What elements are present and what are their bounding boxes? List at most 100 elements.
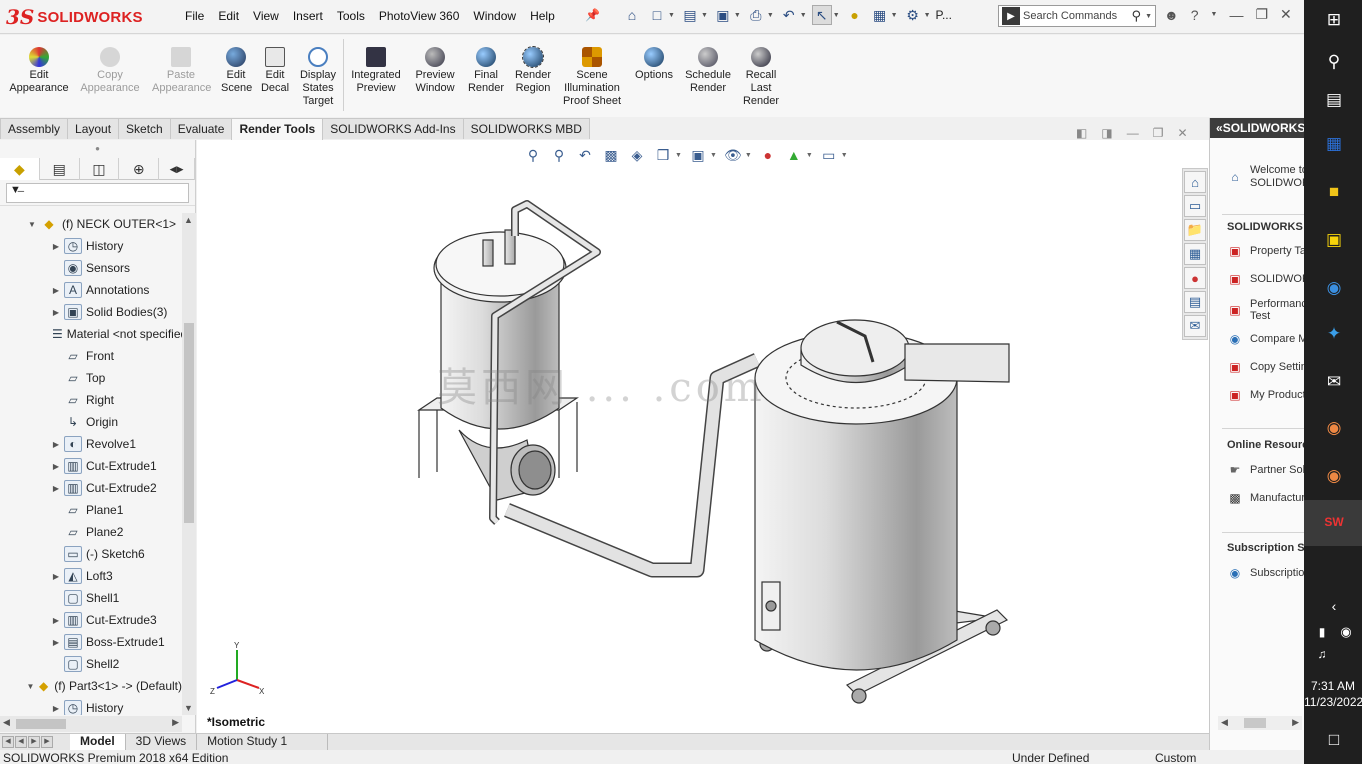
tile-left-icon[interactable]: ◧ xyxy=(1076,126,1087,140)
windows-start-icon[interactable]: ⊞ xyxy=(1322,8,1346,32)
scrollbar-thumb[interactable] xyxy=(184,323,194,523)
tab-solidworks-add-ins[interactable]: SOLIDWORKS Add-Ins xyxy=(322,118,464,139)
expand-arrow-icon[interactable]: ▶ xyxy=(50,440,62,449)
panel-grip-icon[interactable]: ● xyxy=(0,140,195,158)
featuremanager-tab-icon[interactable]: ◆ xyxy=(0,158,40,180)
search-mode-icon[interactable]: ▶ xyxy=(1002,7,1020,25)
file-explorer-icon[interactable]: 📁 xyxy=(1184,219,1206,241)
clock[interactable]: 7:31 AM 11/23/2022 xyxy=(1304,678,1362,710)
tab-assembly[interactable]: Assembly xyxy=(0,118,69,139)
tree-item[interactable]: ▶ ▥ Cut-Extrude2 xyxy=(0,477,182,499)
chevron-down-icon[interactable]: ▼ xyxy=(1145,13,1152,20)
chrome-icon[interactable]: ◉ xyxy=(1322,464,1346,488)
volume-icon[interactable]: ♫ xyxy=(1310,642,1334,666)
menu-help[interactable]: Help xyxy=(523,9,562,23)
tree-item[interactable]: ▼ ◆ (f) NECK OUTER<1> xyxy=(0,213,182,235)
tree-item[interactable]: ▱ Right xyxy=(0,389,182,411)
task-view-icon[interactable]: ▤ xyxy=(1322,88,1346,112)
expand-arrow-icon[interactable]: ▶ xyxy=(50,572,62,581)
mail-icon[interactable]: ✉ xyxy=(1322,370,1346,394)
chevron-down-icon[interactable]: ▼ xyxy=(833,12,840,19)
tab-render-tools[interactable]: Render Tools xyxy=(231,118,324,140)
tab-model[interactable]: Model xyxy=(70,734,126,750)
restore-icon[interactable]: ❐ xyxy=(1255,6,1268,23)
menu-view[interactable]: View xyxy=(246,9,286,23)
scrollbar-thumb[interactable] xyxy=(16,719,66,729)
expand-arrow-icon[interactable]: ▶ xyxy=(50,286,62,295)
search-icon[interactable]: ⚲ xyxy=(1322,50,1346,74)
collapse-arrow-icon[interactable]: ▼ xyxy=(26,682,35,691)
view-palette-icon[interactable]: ▦ xyxy=(1184,243,1206,265)
tool-link[interactable]: ▣ Property Tab Builder xyxy=(1226,242,1305,260)
chevron-down-icon[interactable]: ▼ xyxy=(1211,11,1218,18)
undo-icon[interactable]: ↶ xyxy=(779,5,799,25)
tool-link[interactable]: ▣ My Products xyxy=(1226,386,1305,404)
menu-file[interactable]: File xyxy=(178,9,211,23)
graphics-area[interactable]: ⚲ ⚲ ↶ ▩ ◈ ❒ ▼ ▣ ▼ 👁 ▼ ● ▲ ▼ ▭ ▼ 莫西网 ... … xyxy=(197,140,1209,733)
menu-tools[interactable]: Tools xyxy=(330,9,372,23)
select-pointer-icon[interactable]: ↖ xyxy=(811,5,832,25)
copy-appearance-button[interactable]: Copy Appearance xyxy=(80,47,140,95)
pin-icon[interactable]: 📌 xyxy=(585,8,600,22)
tree-item[interactable]: ▶ ◭ Loft3 xyxy=(0,565,182,587)
solidworks-app-icon[interactable]: SW xyxy=(1322,510,1346,534)
tree-item[interactable]: ▶ ▥ Cut-Extrude1 xyxy=(0,455,182,477)
chevron-down-icon[interactable]: ▼ xyxy=(767,12,774,19)
scene-illumination-proof-sheet-button[interactable]: Scene Illumination Proof Sheet xyxy=(559,47,625,108)
print-icon[interactable]: ⎙ xyxy=(746,5,766,25)
chevron-down-icon[interactable]: ▼ xyxy=(891,12,898,19)
tool-link[interactable]: ▣ Copy Settings Wizard xyxy=(1226,358,1305,376)
scroll-right-icon[interactable]: ▶ xyxy=(172,717,179,728)
expand-arrow-icon[interactable]: ▶ xyxy=(50,242,62,251)
chevron-down-icon[interactable]: ▼ xyxy=(668,12,675,19)
online-link[interactable]: ▩ Manufacturing Network xyxy=(1226,489,1305,507)
collapse-pane-icon[interactable]: « xyxy=(1216,121,1223,135)
render-options-button[interactable]: Options xyxy=(632,47,676,82)
tree-horizontal-scrollbar[interactable]: ◀ ▶ xyxy=(0,716,182,732)
subscription-link[interactable]: ◉ Subscription Services xyxy=(1226,564,1305,582)
menu-edit[interactable]: Edit xyxy=(211,9,246,23)
chevron-down-icon[interactable]: ▼ xyxy=(800,12,807,19)
home-icon[interactable]: ⌂ xyxy=(622,5,642,25)
tree-item[interactable]: ▼ ◆ (f) Part3<1> -> (Default) xyxy=(0,675,182,697)
tree-item[interactable]: ▶ ◷ History xyxy=(0,235,182,257)
tab-solidworks-mbd[interactable]: SOLIDWORKS MBD xyxy=(462,118,590,139)
scroll-left-icon[interactable]: ◀ xyxy=(1221,717,1228,728)
file-properties-icon[interactable]: ▦ xyxy=(870,5,890,25)
tree-item[interactable]: ↳ Origin xyxy=(0,411,182,433)
chevron-down-icon[interactable]: ▼ xyxy=(734,12,741,19)
notifications-icon[interactable]: □ xyxy=(1322,728,1346,752)
document-close-icon[interactable]: ✕ xyxy=(1177,126,1187,140)
tab-motion-study-1[interactable]: Motion Study 1 xyxy=(197,734,329,750)
chevron-left-icon[interactable]: ‹ xyxy=(1322,594,1346,618)
tree-vertical-scrollbar[interactable]: ▲ ▼ xyxy=(182,213,196,715)
file-explorer-icon[interactable]: ■ xyxy=(1322,180,1346,204)
tab-scroll-arrows-icon[interactable]: ◀▶ xyxy=(159,158,195,180)
collapse-arrow-icon[interactable]: ▼ xyxy=(26,220,38,229)
scroll-left-icon[interactable]: ◀ xyxy=(3,717,10,728)
chrome-icon[interactable]: ◉ xyxy=(1322,416,1346,440)
new-document-icon[interactable]: □ xyxy=(647,5,667,25)
tool-link[interactable]: ◉ Compare My Score xyxy=(1226,330,1305,348)
chevron-down-icon[interactable]: ▼ xyxy=(924,12,931,19)
tree-item[interactable]: ▶ ▥ Cut-Extrude3 xyxy=(0,609,182,631)
preview-window-button[interactable]: Preview Window xyxy=(412,47,458,95)
options-gear-icon[interactable]: ⚙ xyxy=(903,5,923,25)
propertymanager-tab-icon[interactable]: ▤ xyxy=(40,158,80,180)
tree-item[interactable]: ▶ ▤ Boss-Extrude1 xyxy=(0,631,182,653)
menu-window[interactable]: Window xyxy=(466,9,523,23)
tree-item[interactable]: ▶ A Annotations xyxy=(0,279,182,301)
design-library-icon[interactable]: ▭ xyxy=(1184,195,1206,217)
recall-last-render-button[interactable]: Recall Last Render xyxy=(740,47,782,108)
configurationmanager-tab-icon[interactable]: ◫ xyxy=(80,158,120,180)
minimize-icon[interactable]: — xyxy=(1229,7,1243,23)
scroll-down-icon[interactable]: ▼ xyxy=(184,703,193,713)
tree-item[interactable]: ◉ Sensors xyxy=(0,257,182,279)
integrated-preview-button[interactable]: Integrated Preview xyxy=(347,47,405,95)
vscode-icon[interactable]: ✦ xyxy=(1322,322,1346,346)
tree-item[interactable]: ☰ Material <not specified> xyxy=(0,323,182,345)
toolbar-overflow[interactable]: P... xyxy=(936,8,952,22)
browser-app-icon[interactable]: ◉ xyxy=(1322,276,1346,300)
tree-item[interactable]: ▱ Front xyxy=(0,345,182,367)
expand-arrow-icon[interactable]: ▶ xyxy=(50,704,62,713)
